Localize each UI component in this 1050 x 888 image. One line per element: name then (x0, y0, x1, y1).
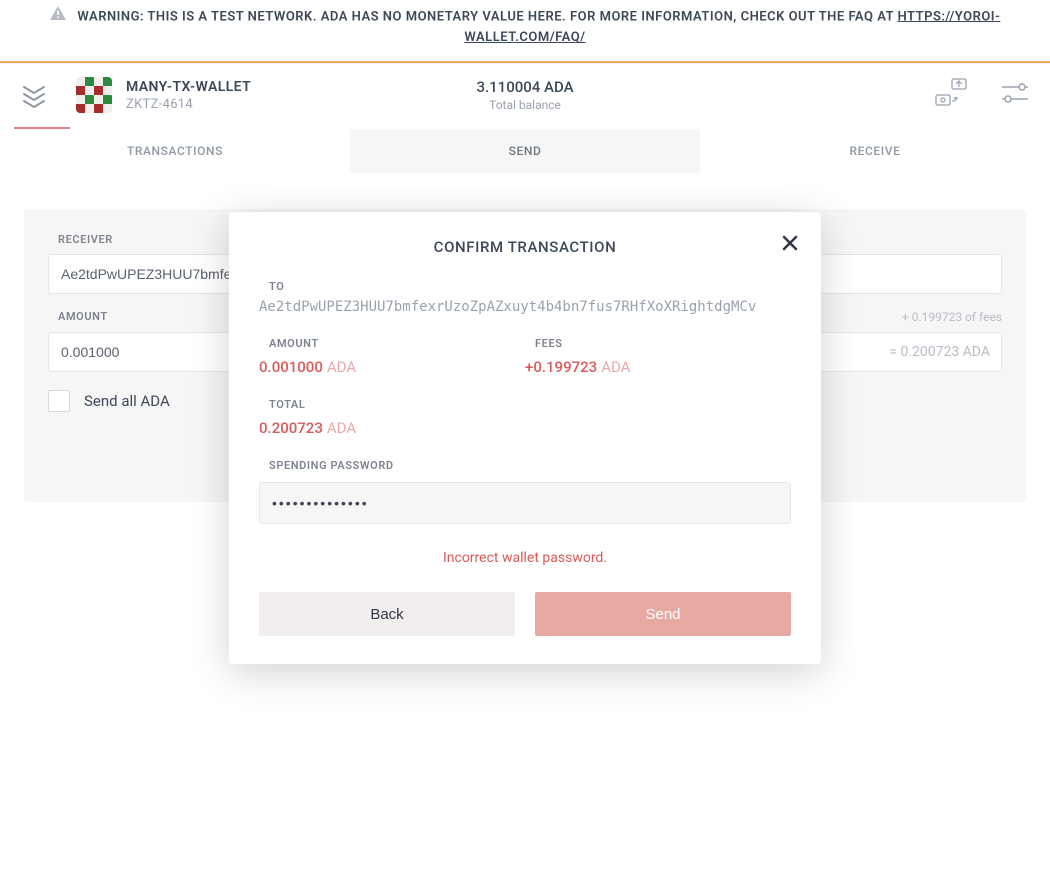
password-error: Incorrect wallet password. (259, 550, 791, 566)
modal-overlay: CONFIRM TRANSACTION TO Ae2tdPwUPEZ3HUU7b… (0, 0, 1050, 888)
modal-total-value: 0.200723 (259, 419, 323, 437)
password-label: SPENDING PASSWORD (269, 459, 791, 472)
modal-amount-label: AMOUNT (269, 337, 525, 350)
to-label: TO (269, 280, 791, 293)
confirm-transaction-modal: CONFIRM TRANSACTION TO Ae2tdPwUPEZ3HUU7b… (229, 212, 821, 664)
modal-fees-value: +0.199723 (525, 358, 597, 376)
modal-fees-label: FEES (535, 337, 791, 350)
send-button[interactable]: Send (535, 592, 791, 636)
password-input[interactable] (259, 482, 791, 524)
modal-total-label: TOTAL (269, 398, 791, 411)
modal-fees-unit: ADA (601, 358, 630, 376)
modal-title: CONFIRM TRANSACTION (259, 238, 791, 256)
close-icon[interactable] (781, 234, 799, 256)
back-button[interactable]: Back (259, 592, 515, 636)
modal-total-unit: ADA (327, 419, 356, 437)
to-address: Ae2tdPwUPEZ3HUU7bmfexrUzoZpAZxuyt4b4bn7f… (259, 299, 791, 315)
modal-amount-value: 0.001000 (259, 358, 323, 376)
modal-amount-unit: ADA (327, 358, 356, 376)
